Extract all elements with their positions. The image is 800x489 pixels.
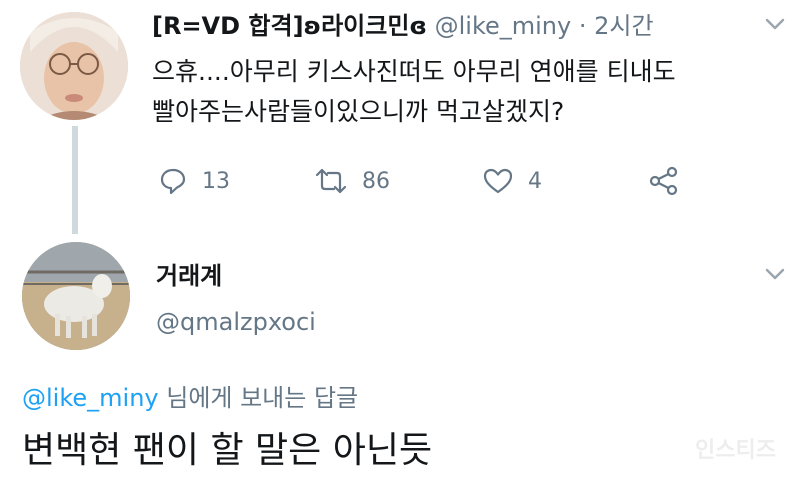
chevron-down-icon[interactable] xyxy=(764,266,786,282)
like-button[interactable]: 4 xyxy=(482,161,542,201)
header-separator: · xyxy=(578,12,587,40)
reply-count: 13 xyxy=(202,168,230,194)
thread-connector-line xyxy=(72,126,78,234)
tweet-text-line: 빨아주는사람들이있으니까 먹고살겠지? xyxy=(152,97,565,126)
retweet-button[interactable]: 86 xyxy=(314,161,390,201)
reply-avatar-image xyxy=(22,242,130,350)
replying-to-suffix: 님에게 보내는 답글 xyxy=(158,384,359,412)
reply-button[interactable]: 13 xyxy=(158,161,230,201)
tweet-header: [R=VD 합격]ʚ라이크민ɞ @like_miny · 2시간 xyxy=(152,6,777,46)
reply-author-avatar[interactable] xyxy=(22,242,130,350)
chevron-down-icon[interactable] xyxy=(764,16,786,32)
replying-to-line: @like_miny 님에게 보내는 답글 xyxy=(22,378,358,413)
author-display-name[interactable]: [R=VD 합격]ʚ라이크민ɞ xyxy=(152,12,427,40)
author-avatar-image xyxy=(20,12,128,120)
retweet-icon xyxy=(315,168,347,194)
like-count: 4 xyxy=(528,168,542,194)
tweet-timestamp[interactable]: 2시간 xyxy=(594,12,653,40)
share-button[interactable] xyxy=(648,161,680,201)
reply-author-handle[interactable]: @qmalzpxoci xyxy=(156,308,316,336)
tweet-action-bar: 13 86 4 xyxy=(152,161,712,201)
share-icon xyxy=(649,166,678,196)
like-icon xyxy=(483,168,513,194)
watermark: 인스티즈 xyxy=(695,438,776,463)
tweet-text: 으휴....아무리 키스사진떠도 아무리 연애를 티내도 빨아주는사람들이있으니… xyxy=(152,52,772,132)
reply-text: 변백현 팬이 할 말은 아닌듯 xyxy=(22,430,433,471)
author-avatar[interactable] xyxy=(20,12,128,120)
tweet-text-line: 으휴....아무리 키스사진떠도 아무리 연애를 티내도 xyxy=(152,57,676,86)
reply-author-display-name[interactable]: 거래계 xyxy=(156,256,222,291)
reply-icon xyxy=(160,168,186,195)
retweet-count: 86 xyxy=(362,168,390,194)
replying-to-mention[interactable]: @like_miny xyxy=(22,384,159,412)
author-handle[interactable]: @like_miny xyxy=(435,12,572,40)
